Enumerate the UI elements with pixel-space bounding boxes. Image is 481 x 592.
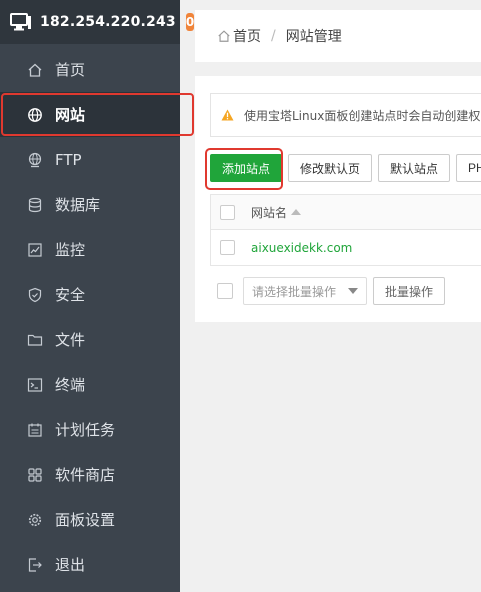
- breadcrumb-separator: /: [271, 28, 276, 44]
- sidebar-item-cron[interactable]: 计划任务: [0, 407, 180, 452]
- server-monitor-icon: [10, 13, 32, 31]
- home-icon: [27, 62, 43, 78]
- notification-badge[interactable]: 0: [185, 13, 195, 31]
- site-management-panel: 使用宝塔Linux面板创建站点时会自动创建权限 添加站点 修改默认页 默认站点 …: [195, 76, 481, 322]
- sidebar-item-label: 面板设置: [55, 511, 116, 529]
- select-placeholder: 请选择批量操作: [252, 284, 337, 299]
- sidebar-item-home[interactable]: 首页: [0, 47, 180, 92]
- warning-icon: [221, 109, 234, 121]
- site-name-link[interactable]: aixuexidekk.com: [251, 241, 352, 255]
- monitor-icon: [27, 242, 43, 258]
- table-header: 网站名: [211, 195, 481, 230]
- sidebar-item-store[interactable]: 软件商店: [0, 452, 180, 497]
- alert-text: 使用宝塔Linux面板创建站点时会自动创建权限: [244, 108, 481, 123]
- breadcrumb: 首页 / 网站管理: [195, 10, 481, 62]
- sidebar-item-label: 网站: [55, 106, 86, 124]
- sidebar-item-label: 数据库: [55, 196, 101, 214]
- sidebar: 182.254.220.243 0 首页 网站 FTP 数据库 监控 安全 文件…: [0, 0, 195, 592]
- sidebar-item-ftp[interactable]: FTP: [0, 137, 180, 182]
- sidebar-item-security[interactable]: 安全: [0, 272, 180, 317]
- shield-icon: [27, 287, 43, 303]
- sidebar-item-label: 首页: [55, 61, 86, 79]
- sidebar-item-label: 软件商店: [55, 466, 116, 484]
- sidebar-item-terminal[interactable]: 终端: [0, 362, 180, 407]
- batch-operation-button[interactable]: 批量操作: [373, 277, 446, 305]
- sidebar-header: 182.254.220.243 0: [0, 0, 195, 44]
- batch-operation-select[interactable]: 请选择批量操作: [243, 277, 367, 305]
- sidebar-item-label: 终端: [55, 376, 86, 394]
- sidebar-item-label: 安全: [55, 286, 86, 304]
- database-icon: [27, 197, 43, 213]
- sidebar-item-files[interactable]: 文件: [0, 317, 180, 362]
- column-header-site-name[interactable]: 网站名: [251, 204, 287, 221]
- logout-icon: [27, 557, 43, 573]
- server-ip: 182.254.220.243: [40, 14, 176, 30]
- breadcrumb-home-link[interactable]: 首页: [233, 26, 261, 46]
- sidebar-item-logout[interactable]: 退出: [0, 542, 180, 587]
- globe-icon: [27, 107, 43, 123]
- select-all-checkbox[interactable]: [220, 204, 235, 220]
- sidebar-item-website[interactable]: 网站: [0, 92, 194, 137]
- sidebar-item-monitor[interactable]: 监控: [0, 227, 180, 272]
- site-toolbar: 添加站点 修改默认页 默认站点 PHP: [204, 148, 481, 190]
- terminal-icon: [27, 377, 43, 393]
- add-site-button[interactable]: 添加站点: [204, 148, 284, 190]
- ftp-globe-icon: [27, 152, 43, 168]
- site-table: 网站名 aixuexidekk.com: [210, 194, 481, 266]
- gear-icon: [27, 512, 43, 528]
- batch-actions: 请选择批量操作 批量操作: [217, 277, 451, 305]
- breadcrumb-current: 网站管理: [285, 29, 342, 45]
- home-icon[interactable]: [217, 29, 231, 43]
- php-button[interactable]: PHP: [456, 154, 481, 182]
- batch-select-checkbox[interactable]: [217, 283, 233, 299]
- folder-icon: [27, 332, 43, 348]
- grid-icon: [27, 467, 43, 483]
- sidebar-item-label: 退出: [55, 556, 86, 574]
- sidebar-item-database[interactable]: 数据库: [0, 182, 180, 227]
- sidebar-item-settings[interactable]: 面板设置: [0, 497, 180, 542]
- chevron-down-icon: [348, 288, 358, 294]
- sidebar-item-label: FTP: [55, 150, 82, 169]
- info-alert: 使用宝塔Linux面板创建站点时会自动创建权限: [210, 93, 481, 137]
- sort-asc-icon[interactable]: [291, 209, 302, 215]
- sidebar-item-label: 文件: [55, 331, 86, 349]
- sidebar-item-label: 监控: [55, 241, 86, 259]
- edit-default-page-button[interactable]: 修改默认页: [288, 154, 373, 182]
- calendar-icon: [27, 422, 43, 438]
- row-checkbox[interactable]: [220, 240, 235, 255]
- table-row: aixuexidekk.com: [211, 230, 481, 265]
- default-site-button[interactable]: 默认站点: [378, 154, 451, 182]
- sidebar-item-label: 计划任务: [55, 421, 116, 439]
